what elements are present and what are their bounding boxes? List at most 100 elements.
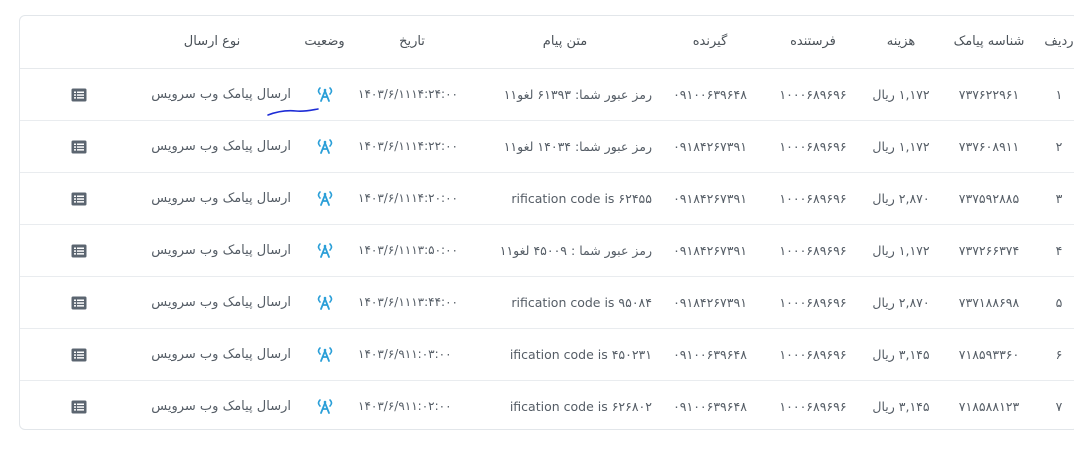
send-type: ارسال پیامک وب سرویس xyxy=(151,242,291,258)
actions-cell[interactable] xyxy=(20,276,127,328)
list-details-icon xyxy=(71,244,86,258)
list-details-icon xyxy=(71,192,86,206)
date-cell: ۱۴۰۳/۶/۱۱۱۴:۲۰:۰۰ xyxy=(352,172,472,224)
row-number: ۶ xyxy=(1055,346,1063,362)
send-type: ارسال پیامک وب سرویس xyxy=(151,190,291,206)
sms-cost: ۳,۱۴۵ ریال xyxy=(872,346,930,362)
table-body: ۱ ۷۳۷۶۲۲۹۶۱ ۱,۱۷۲ ریال ۱۰۰۰۶۸۹۶۹۶ ۰۹۱۰۰۶… xyxy=(20,68,1074,429)
antenna-signal-icon xyxy=(317,295,332,310)
antenna-signal-icon xyxy=(317,87,332,102)
header-date[interactable]: تاریخ xyxy=(352,16,472,69)
sms-id: ۷۱۸۵۸۸۱۲۳ xyxy=(958,398,1020,414)
send-type: ارسال پیامک وب سرویس xyxy=(151,138,291,154)
sms-id: ۷۳۷۶۲۲۹۶۱ xyxy=(958,86,1020,102)
status-cell[interactable] xyxy=(297,276,352,328)
send-type: ارسال پیامک وب سرویس xyxy=(151,398,291,414)
row-number: ۳ xyxy=(1055,190,1063,206)
list-details-icon xyxy=(71,400,86,414)
header-cost[interactable]: هزینه xyxy=(864,16,938,69)
status-cell[interactable] xyxy=(297,224,352,276)
sender-number: ۱۰۰۰۶۸۹۶۹۶ xyxy=(779,294,847,310)
status-cell[interactable] xyxy=(297,172,352,224)
send-time: ۱۱:۰۲:۰۰ xyxy=(404,399,452,414)
sender-number: ۱۰۰۰۶۸۹۶۹۶ xyxy=(779,190,847,206)
actions-cell[interactable] xyxy=(20,172,127,224)
sender-number: ۱۰۰۰۶۸۹۶۹۶ xyxy=(779,242,847,258)
send-date: ۱۴۰۳/۶/۹ xyxy=(358,347,405,361)
receiver-number: ۰۹۱۰۰۶۳۹۶۴۸ xyxy=(673,398,747,414)
actions-cell[interactable] xyxy=(20,380,127,429)
actions-cell[interactable] xyxy=(20,224,127,276)
message-text: رمز عبور شما: ۶۱۳۹۳ لغو۱۱ xyxy=(503,86,652,102)
status-cell[interactable] xyxy=(297,120,352,172)
actions-cell[interactable] xyxy=(20,68,127,120)
header-send-type[interactable]: نوع ارسال xyxy=(127,16,297,69)
message-text: rification code is ۹۵۰۸۴ xyxy=(511,294,652,310)
header-receiver[interactable]: گیرنده xyxy=(658,16,762,69)
actions-cell[interactable] xyxy=(20,328,127,380)
message-text: ification code is ۶۲۶۸۰۲ xyxy=(509,398,652,414)
message-text-cell: rification code is ۶۲۴۵۵ xyxy=(472,172,658,224)
sender-number: ۱۰۰۰۶۸۹۶۹۶ xyxy=(779,86,847,102)
sms-id: ۷۳۷۲۶۶۳۷۴ xyxy=(958,242,1020,258)
header-actions xyxy=(20,16,127,69)
antenna-signal-icon xyxy=(317,139,332,154)
send-date: ۱۴۰۳/۶/۹ xyxy=(358,399,405,414)
send-time: ۱۴:۲۰:۰۰ xyxy=(411,191,458,205)
receiver-number: ۰۹۱۸۴۲۶۷۳۹۱ xyxy=(673,138,747,154)
date-cell: ۱۴۰۳/۶/۱۱۱۳:۴۴:۰۰ xyxy=(352,276,472,328)
header-sender[interactable]: فرستنده xyxy=(762,16,864,69)
message-text: رمز عبور شما: ۱۴۰۳۴ لغو۱۱ xyxy=(503,138,652,154)
send-time: ۱۱:۰۳:۰۰ xyxy=(404,347,452,361)
send-date: ۱۴۰۳/۶/۱۱ xyxy=(358,87,412,101)
table-row[interactable]: ۵ ۷۳۷۱۸۸۶۹۸ ۲,۸۷۰ ریال ۱۰۰۰۶۸۹۶۹۶ ۰۹۱۸۴۲… xyxy=(20,276,1074,328)
sms-cost: ۳,۱۴۵ ریال xyxy=(872,398,930,414)
send-time: ۱۴:۲۲:۰۰ xyxy=(411,139,458,153)
receiver-number: ۰۹۱۸۴۲۶۷۳۹۱ xyxy=(673,242,747,258)
receiver-number: ۰۹۱۸۴۲۶۷۳۹۱ xyxy=(673,294,747,310)
status-cell[interactable] xyxy=(297,68,352,120)
row-number: ۵ xyxy=(1055,294,1063,310)
receiver-number: ۰۹۱۰۰۶۳۹۶۴۸ xyxy=(673,346,747,362)
antenna-signal-icon xyxy=(317,191,332,206)
sms-id: ۷۳۷۶۰۸۹۱۱ xyxy=(958,138,1020,154)
table-row[interactable]: ۶ ۷۱۸۵۹۳۳۶۰ ۳,۱۴۵ ریال ۱۰۰۰۶۸۹۶۹۶ ۰۹۱۰۰۶… xyxy=(20,328,1074,380)
status-cell[interactable] xyxy=(297,380,352,429)
message-text-cell: رمز عبور شما : ۴۵۰۰۹ لغو۱۱ xyxy=(472,224,658,276)
sms-cost: ۱,۱۷۲ ریال xyxy=(872,242,930,258)
actions-cell[interactable] xyxy=(20,120,127,172)
sms-id: ۷۳۷۱۸۸۶۹۸ xyxy=(958,294,1020,310)
send-type: ارسال پیامک وب سرویس xyxy=(151,294,291,310)
table-row[interactable]: ۴ ۷۳۷۲۶۶۳۷۴ ۱,۱۷۲ ریال ۱۰۰۰۶۸۹۶۹۶ ۰۹۱۸۴۲… xyxy=(20,224,1074,276)
header-status[interactable]: وضعیت xyxy=(297,16,352,69)
status-cell[interactable] xyxy=(297,328,352,380)
header-message[interactable]: متن پیام xyxy=(472,16,658,69)
send-date: ۱۴۰۳/۶/۱۱ xyxy=(358,191,412,205)
message-text-cell: رمز عبور شما: ۱۴۰۳۴ لغو۱۱ xyxy=(472,120,658,172)
table-row[interactable]: ۲ ۷۳۷۶۰۸۹۱۱ ۱,۱۷۲ ریال ۱۰۰۰۶۸۹۶۹۶ ۰۹۱۸۴۲… xyxy=(20,120,1074,172)
send-type: ارسال پیامک وب سرویس xyxy=(151,346,291,362)
table-row[interactable]: ۷ ۷۱۸۵۸۸۱۲۳ ۳,۱۴۵ ریال ۱۰۰۰۶۸۹۶۹۶ ۰۹۱۰۰۶… xyxy=(20,380,1074,429)
date-cell: ۱۴۰۳/۶/۱۱۱۴:۲۴:۰۰ xyxy=(352,68,472,120)
send-time: ۱۴:۲۴:۰۰ xyxy=(411,87,458,101)
row-number: ۴ xyxy=(1055,242,1063,258)
date-cell: ۱۴۰۳/۶/۹۱۱:۰۳:۰۰ xyxy=(352,328,472,380)
antenna-signal-icon xyxy=(317,399,332,415)
sender-number: ۱۰۰۰۶۸۹۶۹۶ xyxy=(779,398,847,414)
sms-table: ردیف شناسه پیامک هزینه فرستنده گیرنده مت… xyxy=(20,16,1074,429)
date-cell: ۱۴۰۳/۶/۹۱۱:۰۲:۰۰ xyxy=(352,380,472,429)
list-details-icon xyxy=(71,348,86,362)
send-time: ۱۳:۴۴:۰۰ xyxy=(411,295,458,309)
header-sms-id[interactable]: شناسه پیامک xyxy=(938,16,1040,69)
send-type: ارسال پیامک وب سرویس xyxy=(151,86,291,102)
table-row[interactable]: ۱ ۷۳۷۶۲۲۹۶۱ ۱,۱۷۲ ریال ۱۰۰۰۶۸۹۶۹۶ ۰۹۱۰۰۶… xyxy=(20,68,1074,120)
list-details-icon xyxy=(71,140,86,154)
send-date: ۱۴۰۳/۶/۱۱ xyxy=(358,295,412,309)
row-number: ۲ xyxy=(1055,138,1063,154)
list-details-icon xyxy=(71,88,86,102)
table-row[interactable]: ۳ ۷۳۷۵۹۲۸۸۵ ۲,۸۷۰ ریال ۱۰۰۰۶۸۹۶۹۶ ۰۹۱۸۴۲… xyxy=(20,172,1074,224)
message-text-cell: rification code is ۹۵۰۸۴ xyxy=(472,276,658,328)
sender-number: ۱۰۰۰۶۸۹۶۹۶ xyxy=(779,138,847,154)
header-row-number[interactable]: ردیف xyxy=(1040,16,1074,69)
sms-id: ۷۳۷۵۹۲۸۸۵ xyxy=(958,190,1020,206)
